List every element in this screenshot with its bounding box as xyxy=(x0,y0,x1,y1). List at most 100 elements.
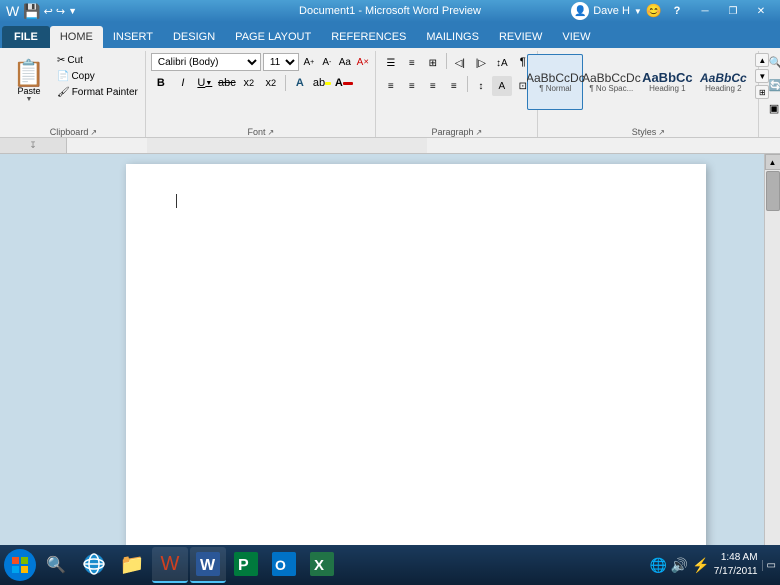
tab-mailings[interactable]: MAILINGS xyxy=(416,26,489,48)
change-case-btn[interactable]: Aa xyxy=(337,54,353,70)
paragraph-group-label[interactable]: Paragraph ↗ xyxy=(431,127,482,137)
network-icon[interactable]: 🌐 xyxy=(649,557,666,574)
format-painter-button[interactable]: 🖌 Format Painter xyxy=(54,85,141,100)
tab-insert[interactable]: INSERT xyxy=(103,26,163,48)
taskbar-outlook[interactable]: O xyxy=(266,547,302,583)
font-name-select[interactable]: Calibri (Body) xyxy=(151,53,261,71)
ruler-corner[interactable]: ↧ xyxy=(0,138,67,153)
font-group-label[interactable]: Font ↗ xyxy=(247,127,274,137)
indent-icon: ↧ xyxy=(0,138,66,153)
numbering-btn[interactable]: ≡ xyxy=(402,53,422,73)
clear-formatting-btn[interactable]: A✕ xyxy=(355,54,371,70)
clipboard-expand-icon: ↗ xyxy=(90,128,97,137)
italic-button[interactable]: I xyxy=(173,73,193,93)
text-highlight-btn[interactable]: ab xyxy=(312,73,332,93)
taskbar-office[interactable]: W xyxy=(152,547,188,583)
clipboard-group-label[interactable]: Clipboard ↗ xyxy=(50,127,97,137)
increase-font-btn[interactable]: A+ xyxy=(301,54,317,70)
multilevel-btn[interactable]: ⊞ xyxy=(423,53,443,73)
style-normal[interactable]: AaBbCcDc ¶ Normal xyxy=(527,54,583,110)
align-right-btn[interactable]: ≡ xyxy=(423,76,443,96)
user-dropdown-icon[interactable]: ▼ xyxy=(634,7,642,16)
clock-date: 7/17/2011 xyxy=(714,565,758,579)
format-painter-icon: 🖌 xyxy=(57,87,70,98)
show-desktop-icon[interactable]: ▭ xyxy=(762,560,776,571)
titlebar-controls: 👤 Dave H ▼ 😊 ? ─ ❐ ✕ xyxy=(571,2,774,20)
font-color-btn[interactable]: A xyxy=(334,73,354,93)
strikethrough-button[interactable]: abc xyxy=(217,73,237,93)
cut-button[interactable]: ✂ Cut xyxy=(54,53,141,68)
help-btn[interactable]: ? xyxy=(664,3,690,19)
document-content[interactable] xyxy=(176,194,656,208)
underline-button[interactable]: U▼ xyxy=(195,73,215,93)
tab-review[interactable]: REVIEW xyxy=(489,26,552,48)
styles-group: AaBbCcDc ¶ Normal AaBbCcDc ¶ No Spac... … xyxy=(539,51,759,137)
minimize-btn[interactable]: ─ xyxy=(692,3,718,19)
subscript-button[interactable]: x2 xyxy=(239,73,259,93)
ruler-area: ↧ xyxy=(0,138,780,154)
styles-group-label[interactable]: Styles ↗ xyxy=(632,127,665,137)
scroll-up-btn[interactable]: ▲ xyxy=(765,154,780,170)
align-center-btn[interactable]: ≡ xyxy=(402,76,422,96)
taskbar-excel[interactable]: X xyxy=(304,547,340,583)
increase-indent-btn[interactable]: |▷ xyxy=(471,53,491,73)
redo-icon[interactable]: ↪ xyxy=(56,5,65,18)
clipboard-sub-buttons: ✂ Cut 📄 Copy 🖌 Format Painter xyxy=(54,53,141,100)
start-button[interactable] xyxy=(4,549,36,581)
shading-btn[interactable]: A xyxy=(492,76,512,96)
taskbar-publisher[interactable]: P xyxy=(228,547,264,583)
tab-home[interactable]: HOME xyxy=(50,26,103,48)
taskbar-explorer[interactable]: 📁 xyxy=(114,547,150,583)
tab-design[interactable]: DESIGN xyxy=(163,26,225,48)
scroll-thumb[interactable] xyxy=(766,171,780,211)
taskbar-word[interactable]: W xyxy=(190,547,226,583)
customize-icon[interactable]: ▼ xyxy=(68,6,77,16)
separator xyxy=(467,76,468,92)
battery-icon[interactable]: ⚡ xyxy=(692,557,709,574)
para-row1: ☰ ≡ ⊞ ◁| |▷ ↕A ¶ xyxy=(381,53,533,73)
style-heading2-label: Heading 2 xyxy=(705,84,741,93)
document-area[interactable] xyxy=(67,154,764,563)
tab-file[interactable]: FILE xyxy=(2,26,50,48)
justify-btn[interactable]: ≡ xyxy=(444,76,464,96)
tab-references[interactable]: REFERENCES xyxy=(321,26,416,48)
replace-button[interactable]: 🔄 Replace xyxy=(764,76,780,95)
line-spacing-btn[interactable]: ↕ xyxy=(471,76,491,96)
paste-button[interactable]: 📋 Paste ▼ xyxy=(6,53,52,109)
bullets-btn[interactable]: ☰ xyxy=(381,53,401,73)
copy-button[interactable]: 📄 Copy xyxy=(54,69,141,84)
taskbar-search[interactable]: 🔍 xyxy=(38,547,74,583)
font-content: Calibri (Body) 11 A+ A- Aa A✕ B I U▼ abc… xyxy=(151,53,371,125)
style-heading2[interactable]: AaBbCc Heading 2 xyxy=(695,54,751,110)
undo-icon[interactable]: ↩ xyxy=(44,5,53,18)
align-left-btn[interactable]: ≡ xyxy=(381,76,401,96)
styles-content: AaBbCcDc ¶ Normal AaBbCcDc ¶ No Spac... … xyxy=(527,53,769,125)
maximize-btn[interactable]: ❐ xyxy=(720,3,746,19)
tab-page-layout[interactable]: PAGE LAYOUT xyxy=(225,26,321,48)
cut-icon: ✂ xyxy=(57,55,65,66)
decrease-font-btn[interactable]: A- xyxy=(319,54,335,70)
find-button[interactable]: 🔍 Find ▼ xyxy=(764,53,780,72)
tab-view[interactable]: VIEW xyxy=(552,26,600,48)
style-heading1[interactable]: AaBbCc Heading 1 xyxy=(639,54,695,110)
bold-button[interactable]: B xyxy=(151,73,171,93)
sort-btn[interactable]: ↕A xyxy=(492,53,512,73)
style-nospace-preview: AaBbCcDc xyxy=(582,72,641,84)
excel-icon: X xyxy=(310,552,334,576)
paste-dropdown-icon[interactable]: ▼ xyxy=(26,96,33,103)
font-size-select[interactable]: 11 xyxy=(263,53,299,71)
svg-text:O: O xyxy=(275,557,286,573)
word-icon: W xyxy=(6,3,19,19)
decrease-indent-btn[interactable]: ◁| xyxy=(450,53,470,73)
volume-icon[interactable]: 🔊 xyxy=(671,557,688,574)
text-effects-btn[interactable]: A xyxy=(290,73,310,93)
close-btn[interactable]: ✕ xyxy=(748,3,774,19)
taskbar-ie[interactable] xyxy=(76,547,112,583)
save-icon[interactable]: 💾 xyxy=(23,3,40,20)
superscript-button[interactable]: x2 xyxy=(261,73,281,93)
system-clock[interactable]: 1:48 AM 7/17/2011 xyxy=(714,551,758,579)
style-nospace[interactable]: AaBbCcDc ¶ No Spac... xyxy=(583,54,639,110)
document-page[interactable] xyxy=(126,164,706,563)
select-button[interactable]: ▣ Select ▼ xyxy=(764,99,780,118)
scroll-track[interactable] xyxy=(765,170,780,547)
